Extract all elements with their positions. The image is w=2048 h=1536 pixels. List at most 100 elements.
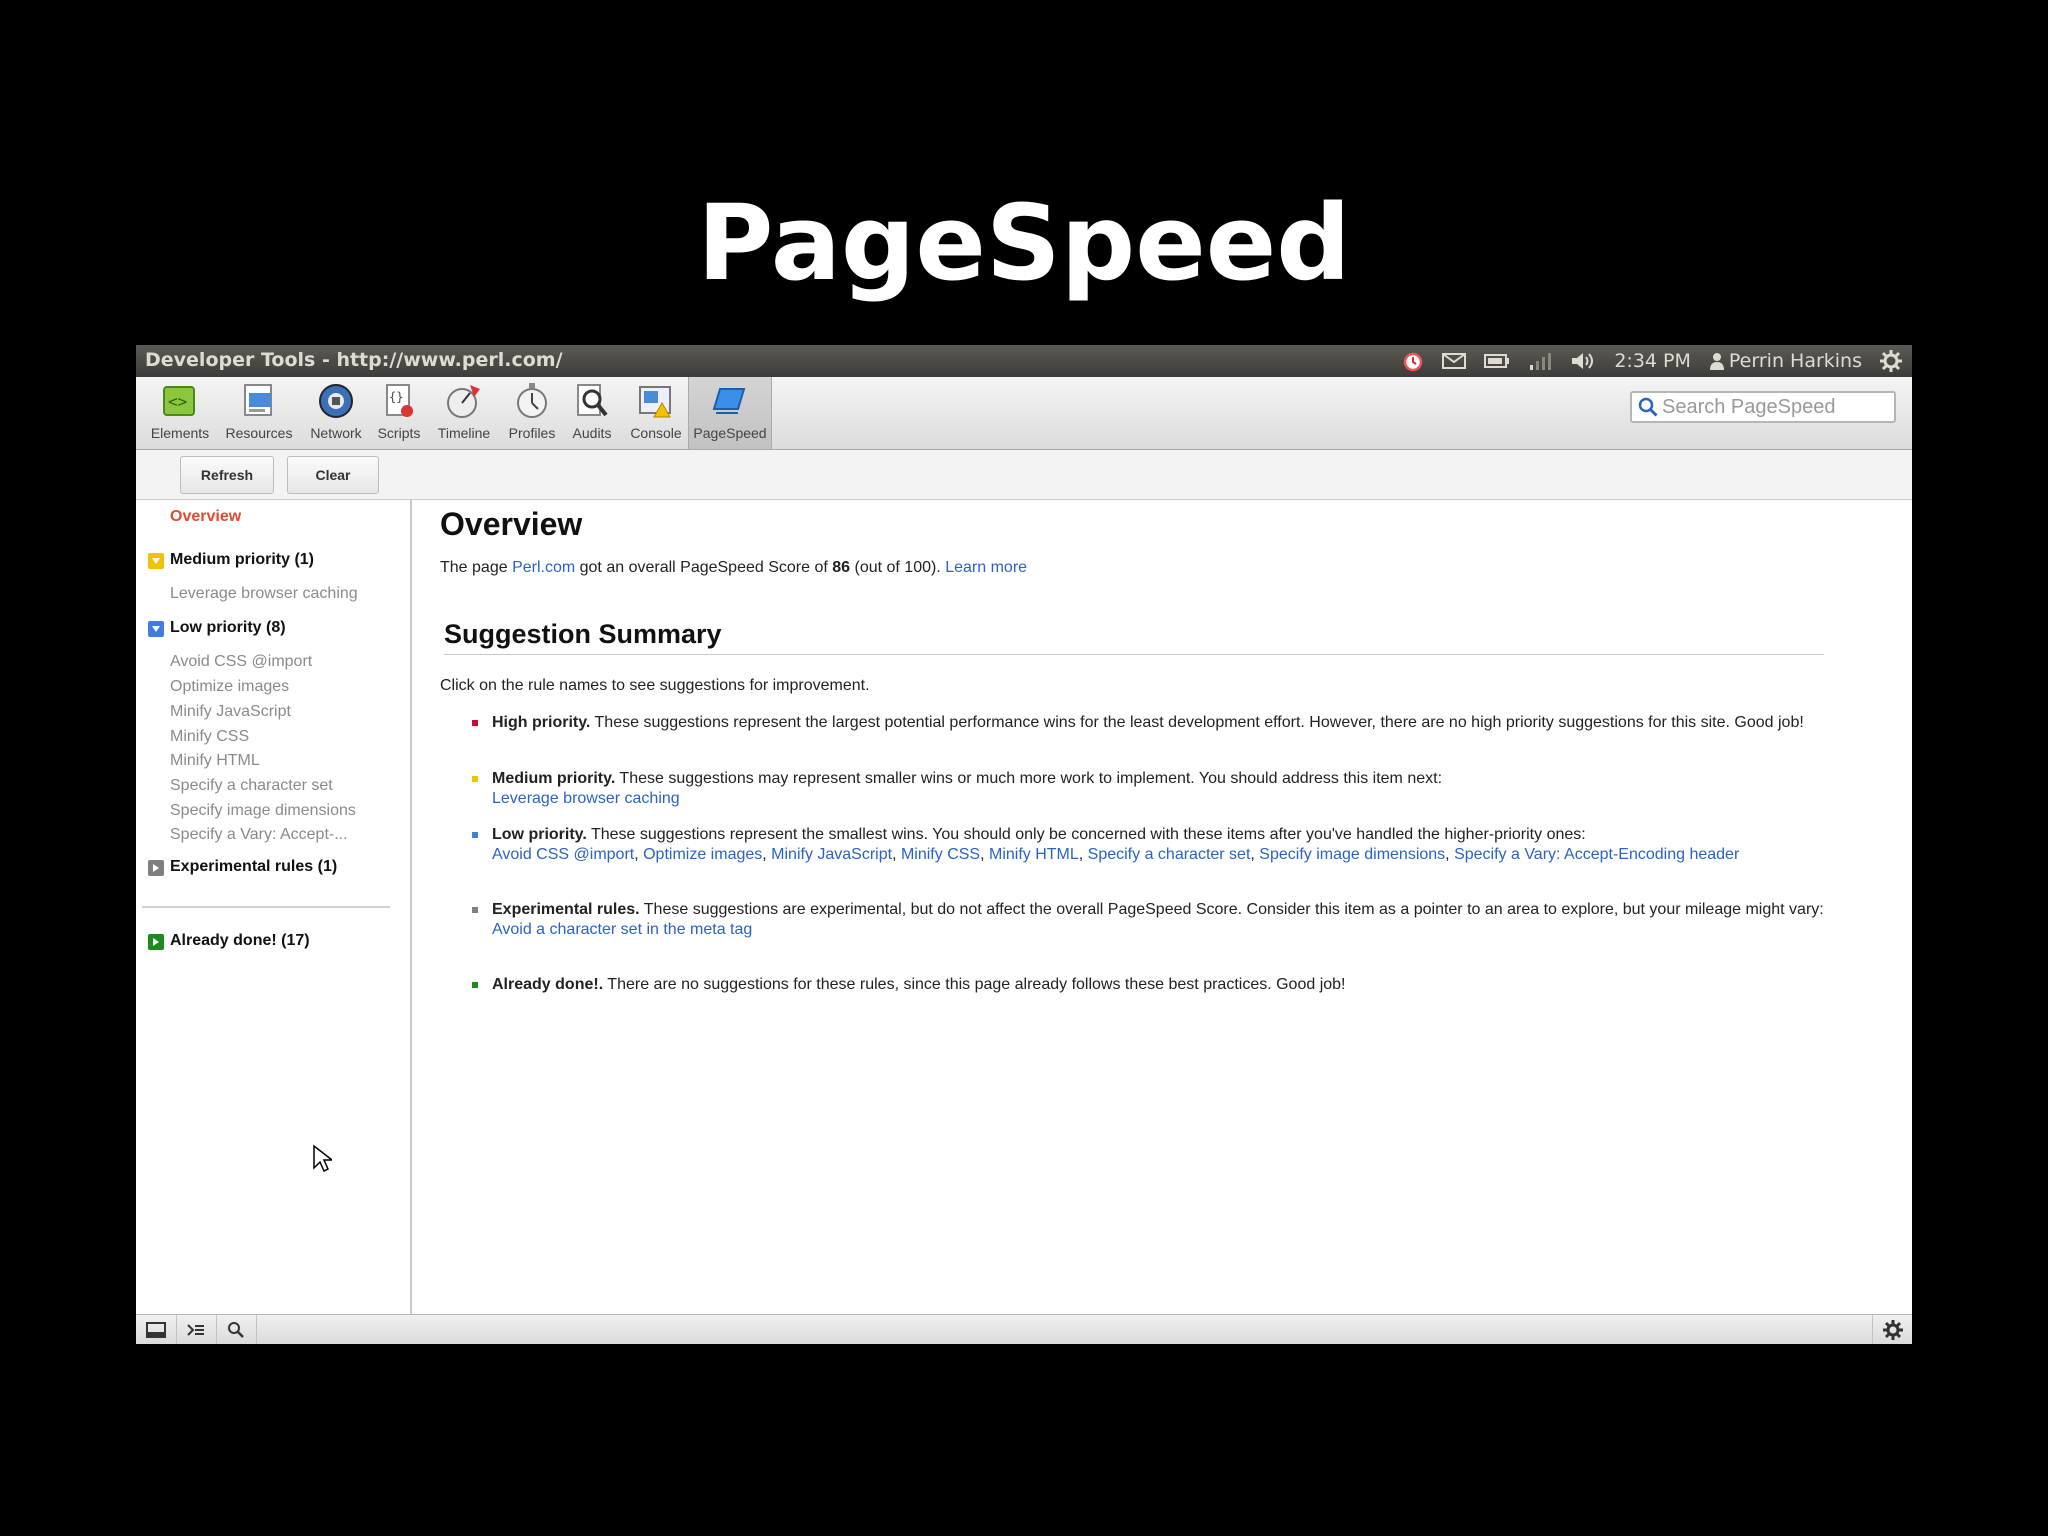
already-done-summary: Already done!. There are no suggestions …	[472, 975, 1832, 995]
low-priority-bullet	[472, 832, 478, 838]
score-line: The page Perl.com got an overall PageSpe…	[440, 559, 1027, 577]
link-optimize-images[interactable]: Optimize images	[643, 846, 762, 863]
sidebar-group-experimental[interactable]: Experimental rules (1)	[170, 858, 337, 876]
battery-icon[interactable]	[1484, 349, 1510, 373]
inspect-search-button[interactable]	[216, 1315, 257, 1344]
learn-more-link[interactable]: Learn more	[945, 559, 1027, 576]
sidebar-item-specify-character-set[interactable]: Specify a character set	[170, 777, 333, 795]
sidebar-item-optimize-images[interactable]: Optimize images	[170, 678, 289, 696]
summary-divider	[444, 654, 1824, 655]
title-bar: Developer Tools - http://www.perl.com/ 2…	[136, 345, 1912, 377]
volume-icon[interactable]	[1570, 349, 1596, 373]
console-prompt-icon	[187, 1324, 204, 1336]
sidebar-divider	[142, 906, 390, 908]
score-mid: got an overall PageSpeed Score of	[575, 559, 833, 576]
action-bar: Refresh Clear	[136, 450, 1912, 500]
resources-icon	[239, 381, 279, 421]
network-icon	[316, 381, 356, 421]
experimental-summary: Experimental rules. These suggestions ar…	[472, 900, 1832, 940]
suggestion-summary-heading: Suggestion Summary	[444, 619, 722, 649]
settings-button[interactable]	[1872, 1315, 1912, 1344]
sidebar-group-low[interactable]: Low priority (8)	[170, 619, 286, 637]
link-specify-image-dimensions[interactable]: Specify image dimensions	[1259, 846, 1445, 863]
link-specify-character-set[interactable]: Specify a character set	[1088, 846, 1251, 863]
slide-title: PageSpeed	[697, 182, 1351, 304]
power-gear-icon[interactable]	[1880, 349, 1902, 373]
clock-text[interactable]: 2:34 PM	[1614, 350, 1691, 372]
devtools-window: Developer Tools - http://www.perl.com/ 2…	[136, 345, 1912, 1344]
search-placeholder: Search PageSpeed	[1662, 395, 1836, 418]
high-priority-label: High priority.	[492, 714, 591, 731]
sidebar-item-specify-image-dimensions[interactable]: Specify image dimensions	[170, 802, 356, 820]
low-priority-text: These suggestions represent the smallest…	[586, 826, 1586, 843]
tab-resources[interactable]: Resources	[222, 377, 296, 449]
experimental-rules-icon[interactable]	[148, 860, 164, 876]
link-minify-css[interactable]: Minify CSS	[901, 846, 980, 863]
scripts-icon: {}	[379, 381, 419, 421]
score-suffix: (out of 100).	[850, 559, 946, 576]
tab-label: Console	[630, 425, 682, 441]
signal-icon[interactable]	[1528, 349, 1552, 373]
tab-label: Network	[310, 425, 362, 441]
refresh-button[interactable]: Refresh	[180, 456, 274, 494]
clear-button[interactable]: Clear	[287, 456, 379, 494]
tab-pagespeed[interactable]: PageSpeed	[688, 377, 772, 449]
alarm-clock-icon[interactable]	[1402, 349, 1424, 373]
sidebar-item-overview[interactable]: Overview	[170, 508, 241, 526]
tab-timeline[interactable]: Timeline	[432, 377, 496, 449]
site-link[interactable]: Perl.com	[512, 559, 575, 576]
tab-elements[interactable]: <> Elements	[148, 377, 212, 449]
mouse-cursor-icon	[313, 1144, 332, 1172]
window-title: Developer Tools - http://www.perl.com/	[145, 349, 563, 371]
audits-icon	[572, 381, 612, 421]
sidebar-item-avoid-css-import[interactable]: Avoid CSS @import	[170, 653, 312, 671]
link-leverage-browser-caching[interactable]: Leverage browser caching	[492, 790, 680, 807]
sidebar-item-leverage-browser-caching[interactable]: Leverage browser caching	[170, 585, 358, 603]
medium-priority-text: These suggestions may represent smaller …	[615, 770, 1443, 787]
tab-profiles[interactable]: Profiles	[502, 377, 562, 449]
high-priority-summary: High priority. These suggestions represe…	[472, 713, 1832, 733]
medium-priority-icon[interactable]	[148, 553, 164, 569]
sidebar-item-minify-html[interactable]: Minify HTML	[170, 752, 260, 770]
sidebar-item-minify-css[interactable]: Minify CSS	[170, 728, 249, 746]
summary-intro: Click on the rule names to see suggestio…	[440, 677, 870, 694]
mail-icon[interactable]	[1442, 349, 1467, 373]
tab-label: Elements	[150, 425, 210, 441]
tab-label: Profiles	[508, 425, 556, 441]
link-avoid-css-import[interactable]: Avoid CSS @import	[492, 846, 634, 863]
tab-scripts[interactable]: {} Scripts	[372, 377, 426, 449]
already-done-icon[interactable]	[148, 934, 164, 950]
link-minify-html[interactable]: Minify HTML	[989, 846, 1079, 863]
link-minify-javascript[interactable]: Minify JavaScript	[771, 846, 892, 863]
dock-icon	[146, 1322, 166, 1338]
tab-audits[interactable]: Audits	[566, 377, 618, 449]
tab-label: Timeline	[437, 425, 491, 441]
sidebar-item-specify-vary[interactable]: Specify a Vary: Accept-...	[170, 826, 348, 844]
search-pagespeed-input[interactable]: Search PageSpeed	[1630, 391, 1896, 423]
search-icon	[1638, 397, 1658, 417]
already-done-label: Already done!.	[492, 976, 604, 993]
already-done-text: There are no suggestions for these rules…	[603, 976, 1346, 993]
user-name[interactable]: Perrin Harkins	[1729, 350, 1862, 372]
sidebar-group-medium[interactable]: Medium priority (1)	[170, 551, 314, 569]
main-panel: Overview The page Perl.com got an overal…	[412, 500, 1912, 1314]
tab-label: Scripts	[377, 425, 421, 441]
low-priority-label: Low priority.	[492, 826, 587, 843]
score-prefix: The page	[440, 559, 513, 576]
tab-network[interactable]: Network	[306, 377, 366, 449]
low-priority-summary: Low priority. These suggestions represen…	[472, 825, 1832, 865]
sidebar-item-minify-javascript[interactable]: Minify JavaScript	[170, 703, 291, 721]
elements-icon: <>	[160, 381, 200, 421]
high-priority-text: These suggestions represent the largest …	[590, 714, 1804, 731]
console-drawer-button[interactable]	[176, 1315, 217, 1344]
magnifier-icon	[228, 1322, 244, 1338]
link-avoid-charset-meta[interactable]: Avoid a character set in the meta tag	[492, 921, 752, 938]
gear-icon	[1883, 1320, 1903, 1340]
pagespeed-icon	[710, 381, 750, 421]
dock-toggle-button[interactable]	[136, 1315, 177, 1344]
tab-console[interactable]: Console	[624, 377, 688, 449]
sidebar-group-already-done[interactable]: Already done! (17)	[170, 932, 310, 950]
link-specify-vary[interactable]: Specify a Vary: Accept-Encoding header	[1454, 846, 1739, 863]
low-priority-icon[interactable]	[148, 621, 164, 637]
rules-sidebar: Overview Medium priority (1) Leverage br…	[136, 500, 412, 1314]
